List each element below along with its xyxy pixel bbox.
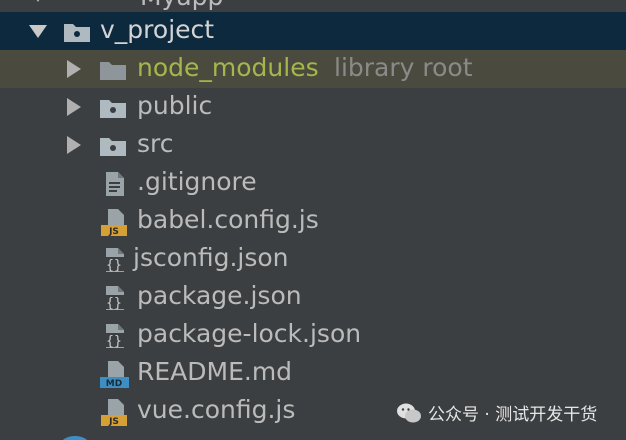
tree-row-src[interactable]: src bbox=[0, 126, 626, 164]
watermark-text: 公众号 · 测试开发干货 bbox=[428, 405, 598, 425]
folder-icon bbox=[62, 436, 88, 440]
tree-row-label: .gitignore bbox=[137, 167, 257, 196]
tree-row-label: node_modules bbox=[137, 53, 319, 82]
tree-row-package-lock[interactable]: {} package-lock.json bbox=[0, 316, 626, 354]
tree-row-package-json[interactable]: {} package.json bbox=[0, 278, 626, 316]
project-tree: Myapp v_project node_modules library roo… bbox=[0, 0, 626, 440]
js-file-icon: JS bbox=[101, 399, 127, 427]
tree-row-label: v_project bbox=[100, 15, 215, 44]
tree-row-jsconfig[interactable]: {} jsconfig.json bbox=[0, 240, 626, 278]
tree-row-label: README.md bbox=[137, 357, 293, 386]
module-folder-icon bbox=[64, 24, 90, 42]
library-root-hint: library root bbox=[334, 53, 473, 82]
js-badge: JS bbox=[108, 417, 119, 427]
chevron-right-icon[interactable] bbox=[64, 59, 84, 79]
tree-row-partial-bottom[interactable] bbox=[0, 432, 626, 440]
folder-icon bbox=[100, 62, 126, 80]
wechat-icon bbox=[397, 403, 421, 422]
md-badge: MD bbox=[106, 379, 122, 389]
svg-text:{}: {} bbox=[106, 334, 122, 349]
resource-folder-icon bbox=[100, 100, 126, 118]
json-file-icon: {} bbox=[103, 248, 125, 273]
text-file-icon bbox=[106, 172, 124, 196]
json-file-icon: {} bbox=[103, 324, 125, 349]
tree-row-label: vue.config.js bbox=[137, 395, 296, 424]
svg-text:{}: {} bbox=[106, 258, 122, 273]
tree-row-node-modules[interactable]: node_modules library root bbox=[0, 50, 626, 88]
js-badge: JS bbox=[108, 227, 119, 237]
tree-row-label: package-lock.json bbox=[137, 319, 362, 348]
tree-row-label: src bbox=[137, 129, 174, 158]
tree-row-label: package.json bbox=[137, 281, 302, 310]
md-file-icon: MD bbox=[100, 361, 129, 389]
source-folder-icon bbox=[100, 138, 126, 156]
tree-row-gitignore[interactable]: .gitignore bbox=[0, 164, 626, 202]
svg-text:{}: {} bbox=[106, 296, 122, 311]
tree-row-label: babel.config.js bbox=[137, 205, 319, 234]
chevron-down-icon[interactable] bbox=[28, 0, 48, 6]
tree-row-readme[interactable]: MD README.md bbox=[0, 354, 626, 392]
watermark: 公众号 · 测试开发干货 bbox=[396, 400, 597, 425]
tree-row-label: public bbox=[137, 91, 213, 120]
json-file-icon: {} bbox=[103, 286, 125, 311]
tree-row-project[interactable]: v_project bbox=[0, 12, 626, 50]
js-file-icon: JS bbox=[101, 209, 127, 237]
tree-row-label: jsconfig.json bbox=[133, 243, 289, 272]
chevron-right-icon[interactable] bbox=[64, 97, 84, 117]
chevron-right-icon[interactable] bbox=[64, 135, 84, 155]
tree-row-public[interactable]: public bbox=[0, 88, 626, 126]
tree-row-label: Myapp bbox=[140, 0, 223, 11]
tree-row-babel-config[interactable]: JS babel.config.js bbox=[0, 202, 626, 240]
chevron-down-icon[interactable] bbox=[28, 21, 48, 41]
